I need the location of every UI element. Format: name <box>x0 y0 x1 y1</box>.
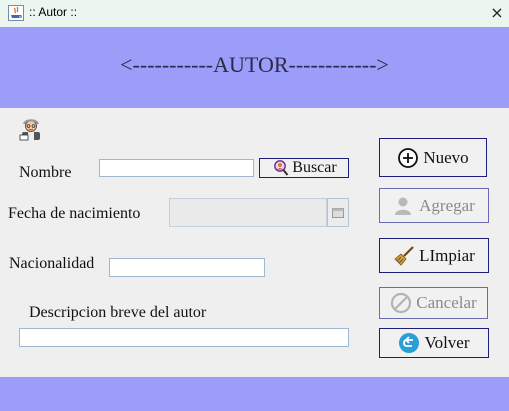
buscar-button-label: Buscar <box>292 159 337 176</box>
calendar-icon <box>332 207 344 218</box>
descripcion-input[interactable] <box>19 328 349 347</box>
descripcion-label: Descripcion breve del autor <box>29 304 207 321</box>
fecha-nacimiento-label: Fecha de nacimiento <box>8 205 141 222</box>
agregar-button[interactable]: Agregar <box>379 188 489 223</box>
back-arrow-icon <box>399 333 420 353</box>
page-title: <-----------AUTOR------------> <box>120 52 389 77</box>
buscar-button[interactable]: Buscar <box>259 158 349 178</box>
nuevo-button[interactable]: Nuevo <box>379 138 487 177</box>
footer-band <box>0 377 509 411</box>
plus-circle-icon <box>398 147 419 168</box>
calendar-button[interactable] <box>327 198 349 227</box>
agregar-button-label: Agregar <box>419 195 475 215</box>
window-title: :: Autor :: <box>29 5 78 19</box>
close-icon[interactable]: × <box>488 3 506 23</box>
volver-button-label: Volver <box>424 333 470 352</box>
limpiar-button[interactable]: LImpiar <box>379 238 489 273</box>
nombre-input[interactable] <box>99 159 254 177</box>
cancelar-button[interactable]: Cancelar <box>379 287 488 319</box>
volver-button[interactable]: Volver <box>379 328 489 358</box>
broom-icon <box>394 245 414 266</box>
nombre-label: Nombre <box>19 164 72 181</box>
java-icon <box>8 5 24 21</box>
nacionalidad-label: Nacionalidad <box>9 255 95 272</box>
prohibit-icon <box>391 292 412 314</box>
author-avatar-icon <box>19 119 40 141</box>
limpiar-button-label: LImpiar <box>419 245 475 265</box>
nacionalidad-input[interactable] <box>109 258 265 277</box>
fecha-nacimiento-field <box>169 198 327 227</box>
search-person-icon <box>274 160 289 176</box>
user-icon <box>395 197 412 215</box>
nuevo-button-label: Nuevo <box>423 147 469 167</box>
cancelar-button-label: Cancelar <box>416 293 477 312</box>
